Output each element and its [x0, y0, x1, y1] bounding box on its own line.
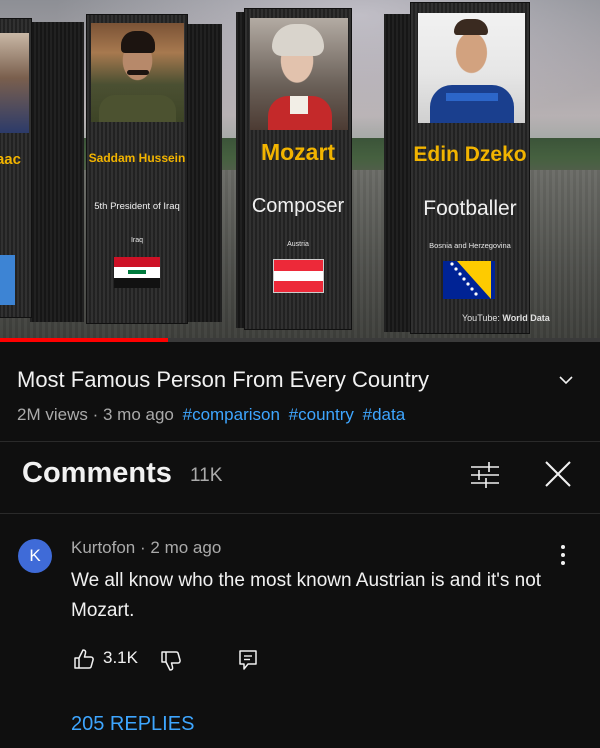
comments-heading: Comments — [22, 457, 172, 489]
card-country: Bosnia and Herzegovina — [429, 241, 511, 250]
card-country: Iraq — [130, 237, 144, 244]
video-player[interactable]: aac Saddam Hussein 5th President of Iraq… — [0, 0, 600, 341]
card-name: aac — [0, 151, 21, 168]
watermark-channel: World Data — [502, 313, 550, 323]
view-replies-button[interactable]: 205 REPLIES — [71, 713, 194, 736]
meta-separator: · — [140, 538, 151, 557]
comment-author[interactable]: Kurtofon — [71, 538, 135, 557]
card-name: Saddam Hussein — [88, 151, 186, 165]
video-progress-fill — [0, 338, 168, 342]
comment-time: 2 mo ago — [150, 538, 222, 557]
thumb-up-icon[interactable] — [73, 648, 95, 670]
video-watermark: YouTube: World Data — [462, 313, 550, 323]
card-title: Composer — [251, 195, 345, 217]
portrait-image — [0, 33, 29, 133]
thumb-down-icon[interactable] — [160, 650, 182, 672]
hashtag-link[interactable]: #comparison — [183, 405, 280, 424]
portrait-image — [418, 13, 525, 123]
domino-side — [30, 22, 84, 322]
video-meta: 2M views · 3 mo ago #comparison #country… — [17, 405, 405, 425]
header-divider — [0, 513, 600, 514]
meta-separator: · — [92, 405, 103, 424]
section-divider — [0, 441, 600, 442]
card-name: Mozart — [260, 139, 336, 165]
card-flag — [0, 255, 15, 305]
domino-card: Mozart Composer Austria — [244, 8, 352, 330]
card-flag — [273, 259, 324, 293]
watermark-prefix: YouTube: — [462, 313, 500, 323]
avatar[interactable]: K — [18, 539, 52, 573]
domino-card: aac — [0, 18, 32, 318]
filter-sliders-icon[interactable] — [470, 461, 500, 489]
card-flag — [114, 257, 160, 288]
card-title: 5th President of Iraq — [94, 201, 180, 212]
close-icon[interactable] — [543, 459, 573, 489]
card-country: Austria — [287, 241, 309, 248]
card-flag — [443, 261, 495, 299]
comment-author-line: Kurtofon · 2 mo ago — [71, 538, 221, 558]
video-progress-bar[interactable] — [0, 338, 600, 342]
card-name: Edin Dzeko — [413, 143, 527, 166]
upload-age: 3 mo ago — [102, 405, 174, 424]
reply-comment-icon[interactable] — [238, 649, 258, 671]
portrait-image — [91, 23, 184, 122]
portrait-image — [250, 18, 348, 130]
domino-card: Edin Dzeko Footballer Bosnia and Herzego… — [410, 2, 530, 334]
view-count: 2M views — [17, 405, 88, 424]
comments-count: 11K — [190, 465, 223, 486]
hashtag-link[interactable]: #country — [289, 405, 354, 424]
card-title: Footballer — [423, 197, 517, 220]
chevron-down-icon[interactable] — [558, 372, 574, 388]
hashtag-link[interactable]: #data — [363, 405, 406, 424]
more-vert-icon[interactable] — [557, 543, 569, 567]
comment-text: We all know who the most known Austrian … — [71, 570, 542, 621]
video-title[interactable]: Most Famous Person From Every Country — [17, 367, 429, 393]
like-count: 3.1K — [103, 648, 138, 667]
domino-card: Saddam Hussein 5th President of Iraq Ira… — [86, 14, 188, 324]
